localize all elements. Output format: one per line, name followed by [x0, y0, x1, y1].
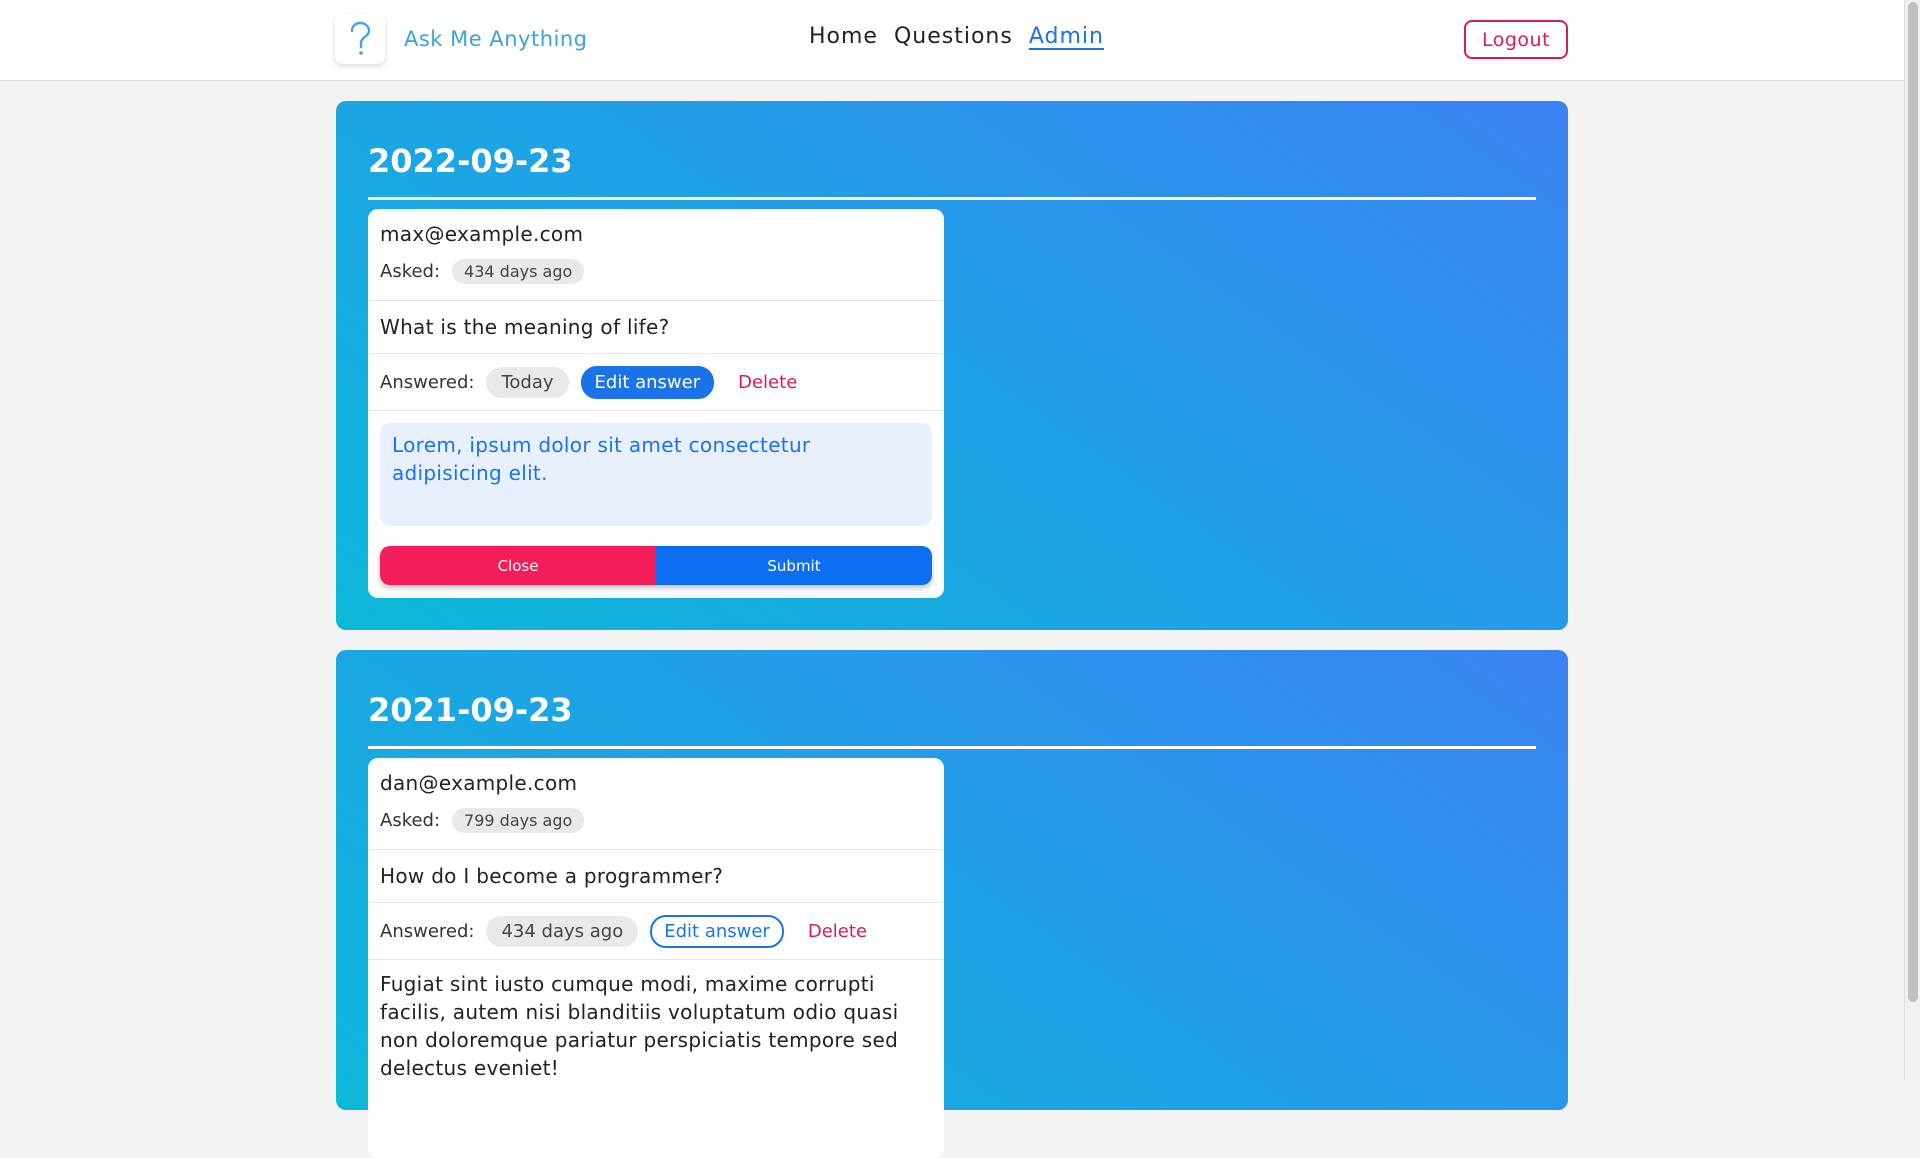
- asker-email: dan@example.com: [380, 771, 578, 795]
- answered-label: Answered:: [380, 371, 475, 393]
- delete-button[interactable]: Delete: [738, 372, 797, 393]
- card-header: dan@example.com Asked: 799 days ago: [368, 758, 944, 850]
- date-group: 2021-09-23 dan@example.com Asked: 799 da…: [336, 650, 1568, 1158]
- vertical-scrollbar[interactable]: [1904, 0, 1920, 1080]
- answer-meta: Answered: 434 days ago Edit answer Delet…: [368, 903, 944, 960]
- question-mark-icon: [335, 14, 385, 64]
- answer-textarea[interactable]: Lorem, ipsum dolor sit amet consectetur …: [380, 423, 932, 526]
- answered-label: Answered:: [380, 920, 475, 942]
- asked-badge: 434 days ago: [452, 259, 585, 284]
- logout-button[interactable]: Logout: [1464, 20, 1568, 59]
- question-card: dan@example.com Asked: 799 days ago How …: [368, 758, 944, 1158]
- asked-label: Asked:: [380, 261, 441, 282]
- submit-button[interactable]: Submit: [656, 546, 932, 585]
- divider: [368, 746, 1536, 749]
- asked-label: Asked:: [380, 810, 441, 831]
- edit-answer-button[interactable]: Edit answer: [650, 914, 784, 948]
- nav-questions[interactable]: Questions: [894, 24, 1013, 49]
- card-header: max@example.com Asked: 434 days ago: [368, 209, 944, 301]
- asked-badge: 799 days ago: [452, 808, 585, 833]
- divider: [368, 197, 1536, 200]
- brand-name[interactable]: Ask Me Anything: [404, 27, 587, 51]
- edit-answer-button[interactable]: Edit answer: [580, 365, 715, 399]
- group-date: 2022-09-23: [368, 142, 573, 180]
- question-card: max@example.com Asked: 434 days ago What…: [368, 209, 944, 598]
- editor-actions: Close Submit: [380, 546, 932, 585]
- brand[interactable]: Ask Me Anything: [335, 14, 587, 64]
- nav-admin[interactable]: Admin: [1029, 24, 1104, 49]
- question-text: What is the meaning of life?: [368, 301, 944, 354]
- answered-badge: Today: [486, 366, 569, 398]
- asked-line: Asked: 799 days ago: [380, 808, 932, 833]
- main-nav: Home Questions Admin: [809, 24, 1104, 49]
- answer-editor: Lorem, ipsum dolor sit amet consectetur …: [368, 411, 944, 597]
- top-navbar: Ask Me Anything Home Questions Admin Log…: [0, 0, 1904, 81]
- close-button[interactable]: Close: [380, 546, 656, 585]
- delete-button[interactable]: Delete: [808, 921, 867, 942]
- asked-line: Asked: 434 days ago: [380, 259, 932, 284]
- question-text: How do I become a programmer?: [368, 850, 944, 903]
- scrollbar-thumb[interactable]: [1908, 2, 1918, 1002]
- asker-email: max@example.com: [380, 222, 584, 246]
- answer-meta: Answered: Today Edit answer Delete: [368, 354, 944, 411]
- answered-badge: 434 days ago: [486, 915, 639, 947]
- date-group: 2022-09-23 max@example.com Asked: 434 da…: [336, 101, 1568, 630]
- answer-text: Fugiat sint iusto cumque modi, maxime co…: [380, 972, 899, 1080]
- nav-home[interactable]: Home: [809, 24, 878, 49]
- group-date: 2021-09-23: [368, 691, 573, 729]
